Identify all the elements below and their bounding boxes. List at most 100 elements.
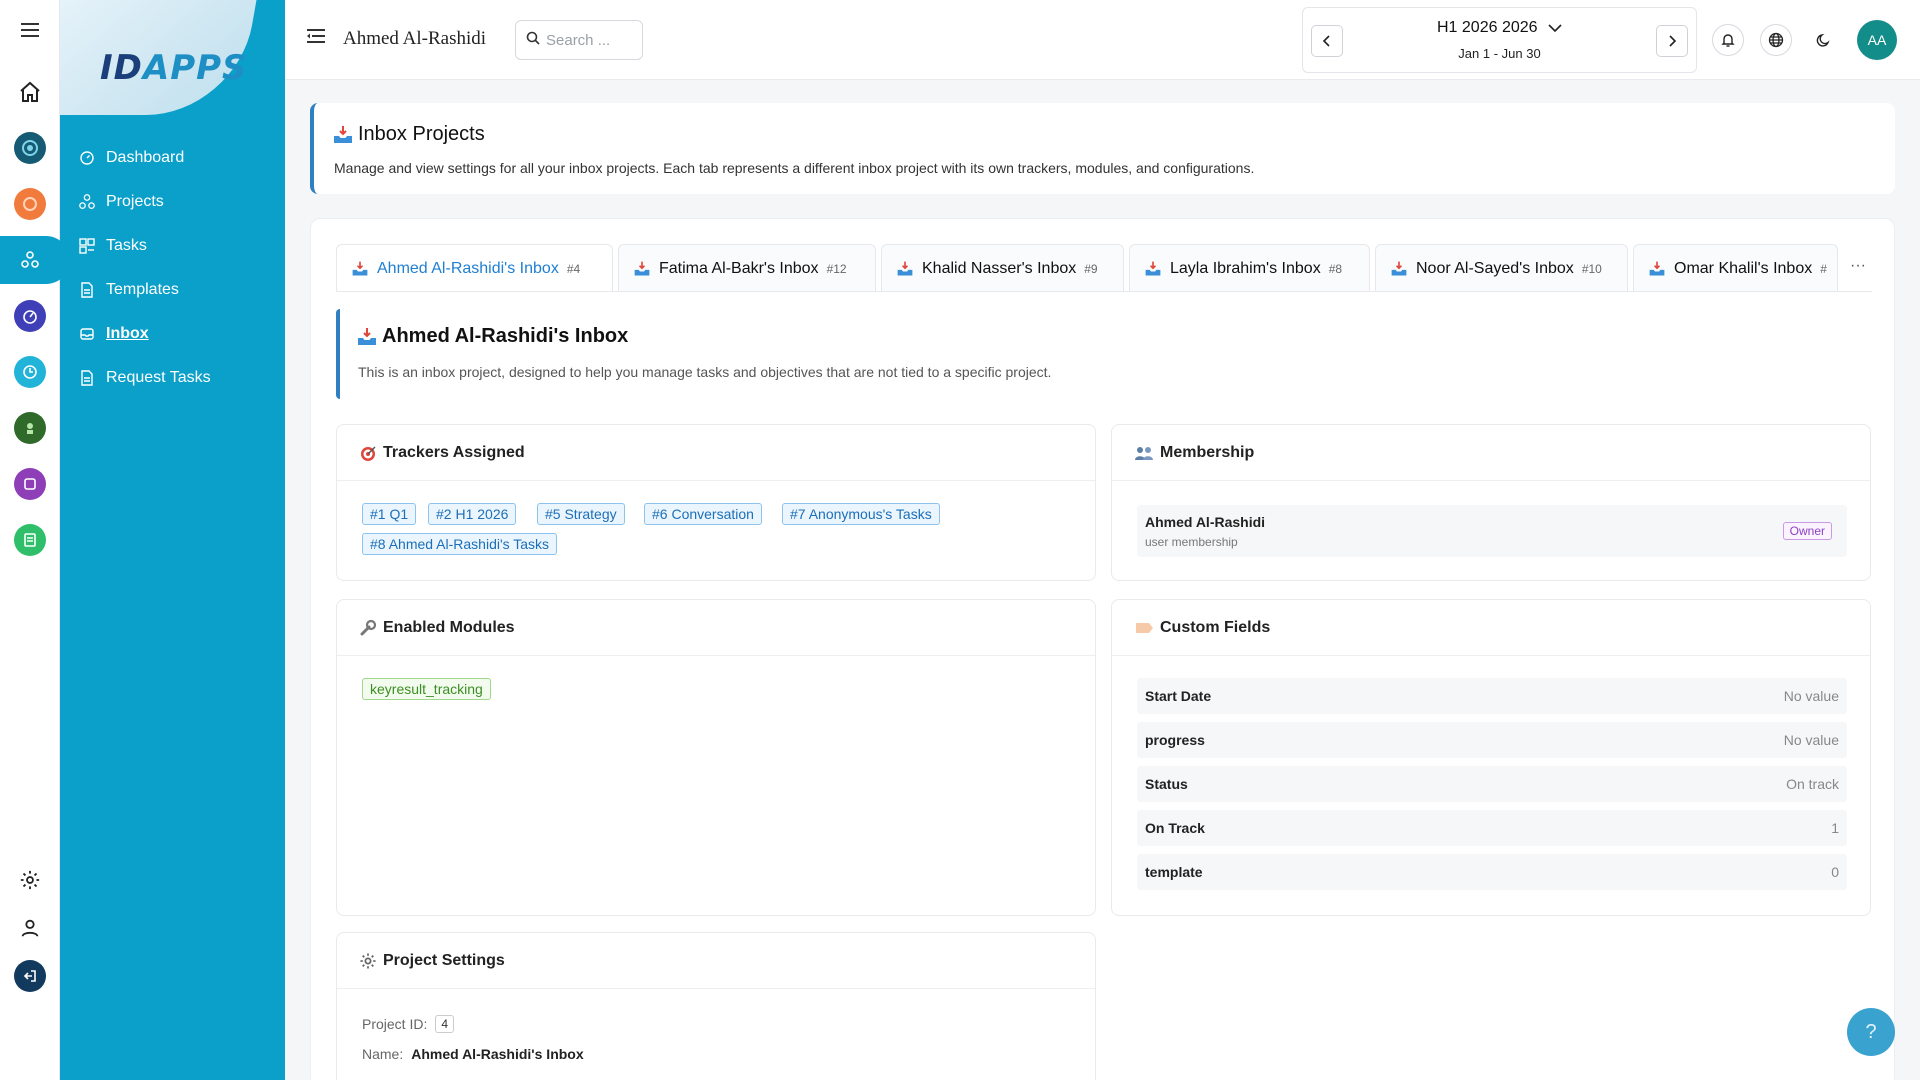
tab-number: #8 <box>1328 261 1343 276</box>
sidebar: IDAPPS Dashboard Projects Tasks Template… <box>60 0 285 1080</box>
tab-label: Layla Ibrahim's Inbox <box>1170 259 1321 277</box>
next-period-button[interactable] <box>1656 25 1688 57</box>
field-value: On track <box>1786 776 1839 792</box>
custom-field-row: Start Date No value <box>1137 678 1847 714</box>
project-id-row: Project ID:4 <box>362 1015 455 1033</box>
search-input[interactable]: Search ... <box>515 20 643 60</box>
sidebar-item-templates[interactable]: Templates <box>60 268 285 312</box>
tracker-tag[interactable]: #1 Q1 <box>362 503 417 525</box>
chevron-right-icon <box>1669 35 1677 47</box>
logout-icon[interactable] <box>0 952 60 1000</box>
home-icon[interactable] <box>0 68 60 116</box>
sidebar-item-tasks[interactable]: Tasks <box>60 224 285 268</box>
field-value: No value <box>1783 688 1839 704</box>
projects-icon <box>76 191 98 213</box>
hamburger-menu-icon[interactable] <box>0 6 60 54</box>
settings-gear-icon[interactable] <box>0 856 60 904</box>
field-key: On Track <box>1145 820 1205 836</box>
user-profile-icon[interactable] <box>0 904 60 952</box>
tab-ahmed-inbox[interactable]: Ahmed Al-Rashidi's Inbox #4 <box>336 244 613 291</box>
field-key: Status <box>1145 776 1188 792</box>
tasks-icon <box>76 235 98 257</box>
help-button[interactable]: ? <box>1847 1008 1895 1056</box>
tab-fatima-inbox[interactable]: Fatima Al-Bakr's Inbox #12 <box>618 244 876 291</box>
period-range: Jan 1 - Jun 30 <box>1458 46 1541 61</box>
tracking-app-icon[interactable] <box>0 404 60 452</box>
tab-number: #9 <box>1084 261 1098 276</box>
time-app-icon[interactable] <box>0 348 60 396</box>
chevron-down-icon <box>1548 24 1562 32</box>
inbox-title: Ahmed Al-Rashidi's Inbox <box>382 325 629 347</box>
logo[interactable]: IDAPPS <box>60 0 285 120</box>
custom-field-row: template 0 <box>1137 854 1847 890</box>
field-key: progress <box>1145 732 1205 748</box>
custom-field-row: On Track 1 <box>1137 810 1847 846</box>
sidebar-item-request-tasks[interactable]: Request Tasks <box>60 356 285 400</box>
goals-app-icon[interactable] <box>0 180 60 228</box>
inbox-tray-icon <box>351 260 369 278</box>
membership-panel: Membership Ahmed Al-Rashidi user members… <box>1111 424 1871 581</box>
request-tasks-icon <box>76 367 98 389</box>
inbox-tray-icon <box>356 326 378 348</box>
project-name-row: Name: Ahmed Al-Rashidi's Inbox <box>362 1046 584 1062</box>
period-title[interactable]: H1 2026 2026 <box>1303 19 1696 37</box>
tab-khalid-inbox[interactable]: Khalid Nasser's Inbox #9 <box>881 244 1124 291</box>
tracker-tag[interactable]: #6 Conversation <box>644 503 762 525</box>
collapse-menu-icon[interactable] <box>307 28 331 52</box>
inbox-icon <box>76 323 98 345</box>
page-title: Inbox Projects <box>358 123 485 145</box>
tab-label: Noor Al-Sayed's Inbox <box>1416 259 1574 277</box>
tab-label: Omar Khalil's Inbox <box>1674 259 1813 277</box>
tab-omar-inbox[interactable]: Omar Khalil's Inbox # <box>1633 244 1838 291</box>
project-id-label: Project ID <box>362 1016 424 1032</box>
projects-app-icon[interactable] <box>0 236 60 284</box>
language-globe-icon[interactable] <box>1760 24 1792 56</box>
dark-mode-moon-icon[interactable] <box>1808 24 1840 56</box>
field-value: 0 <box>1831 864 1839 880</box>
sidebar-item-projects[interactable]: Projects <box>60 180 285 224</box>
search-placeholder: Search ... <box>546 31 611 49</box>
sidebar-item-label: Request Tasks <box>106 369 211 386</box>
tab-noor-inbox[interactable]: Noor Al-Sayed's Inbox #10 <box>1375 244 1628 291</box>
inbox-description: This is an inbox project, designed to he… <box>358 364 1052 380</box>
tracker-tag[interactable]: #2 H1 2026 <box>428 503 517 525</box>
module-tag: keyresult_tracking <box>362 678 491 700</box>
tracker-tag[interactable]: #8 Ahmed Al-Rashidi's Tasks <box>362 533 558 555</box>
custom-fields-panel: Custom Fields Start Date No value progres… <box>1111 599 1871 916</box>
notifications-bell-icon[interactable] <box>1712 24 1744 56</box>
dashboard-icon <box>76 147 98 169</box>
member-type: user membership <box>1145 535 1238 549</box>
tracker-tag[interactable]: #5 Strategy <box>537 503 625 525</box>
target-icon <box>359 444 377 462</box>
sidebar-item-label: Templates <box>106 281 179 298</box>
custom-field-row: progress No value <box>1137 722 1847 758</box>
icon-rail <box>0 0 70 1080</box>
tab-number: # <box>1820 261 1827 276</box>
objectives-app-icon[interactable] <box>0 124 60 172</box>
dashboard-app-icon[interactable] <box>0 292 60 340</box>
sidebar-item-label: Dashboard <box>106 149 185 166</box>
top-header: Ahmed Al-Rashidi Search ... H1 2026 2026… <box>285 0 1920 80</box>
more-tabs-button[interactable]: ··· <box>1843 257 1872 277</box>
role-badge: Owner <box>1782 522 1832 540</box>
tab-label: Khalid Nasser's Inbox <box>922 259 1077 277</box>
member-name: Ahmed Al-Rashidi <box>1145 514 1266 530</box>
inbox-tabs: Ahmed Al-Rashidi's Inbox #4 Fatima Al-Bak… <box>336 244 1872 292</box>
sidebar-item-dashboard[interactable]: Dashboard <box>60 136 285 180</box>
sidebar-item-label: Tasks <box>106 237 147 254</box>
field-key: template <box>1145 864 1203 880</box>
logo-suffix: APPS <box>142 48 248 88</box>
project-name-value: Ahmed Al-Rashidi's Inbox <box>411 1046 584 1062</box>
tab-number: #12 <box>826 261 847 276</box>
reports-app-icon[interactable] <box>0 460 60 508</box>
notes-app-icon[interactable] <box>0 516 60 564</box>
wrench-icon <box>359 619 377 637</box>
tab-number: #4 <box>566 261 581 276</box>
sidebar-item-inbox[interactable]: Inbox <box>60 312 285 356</box>
templates-icon <box>76 279 98 301</box>
tracker-tag[interactable]: #7 Anonymous's Tasks <box>782 503 940 525</box>
avatar[interactable]: AA <box>1857 20 1897 60</box>
field-value: No value <box>1783 732 1839 748</box>
tab-layla-inbox[interactable]: Layla Ibrahim's Inbox #8 <box>1129 244 1370 291</box>
sidebar-item-label: Projects <box>106 193 164 210</box>
